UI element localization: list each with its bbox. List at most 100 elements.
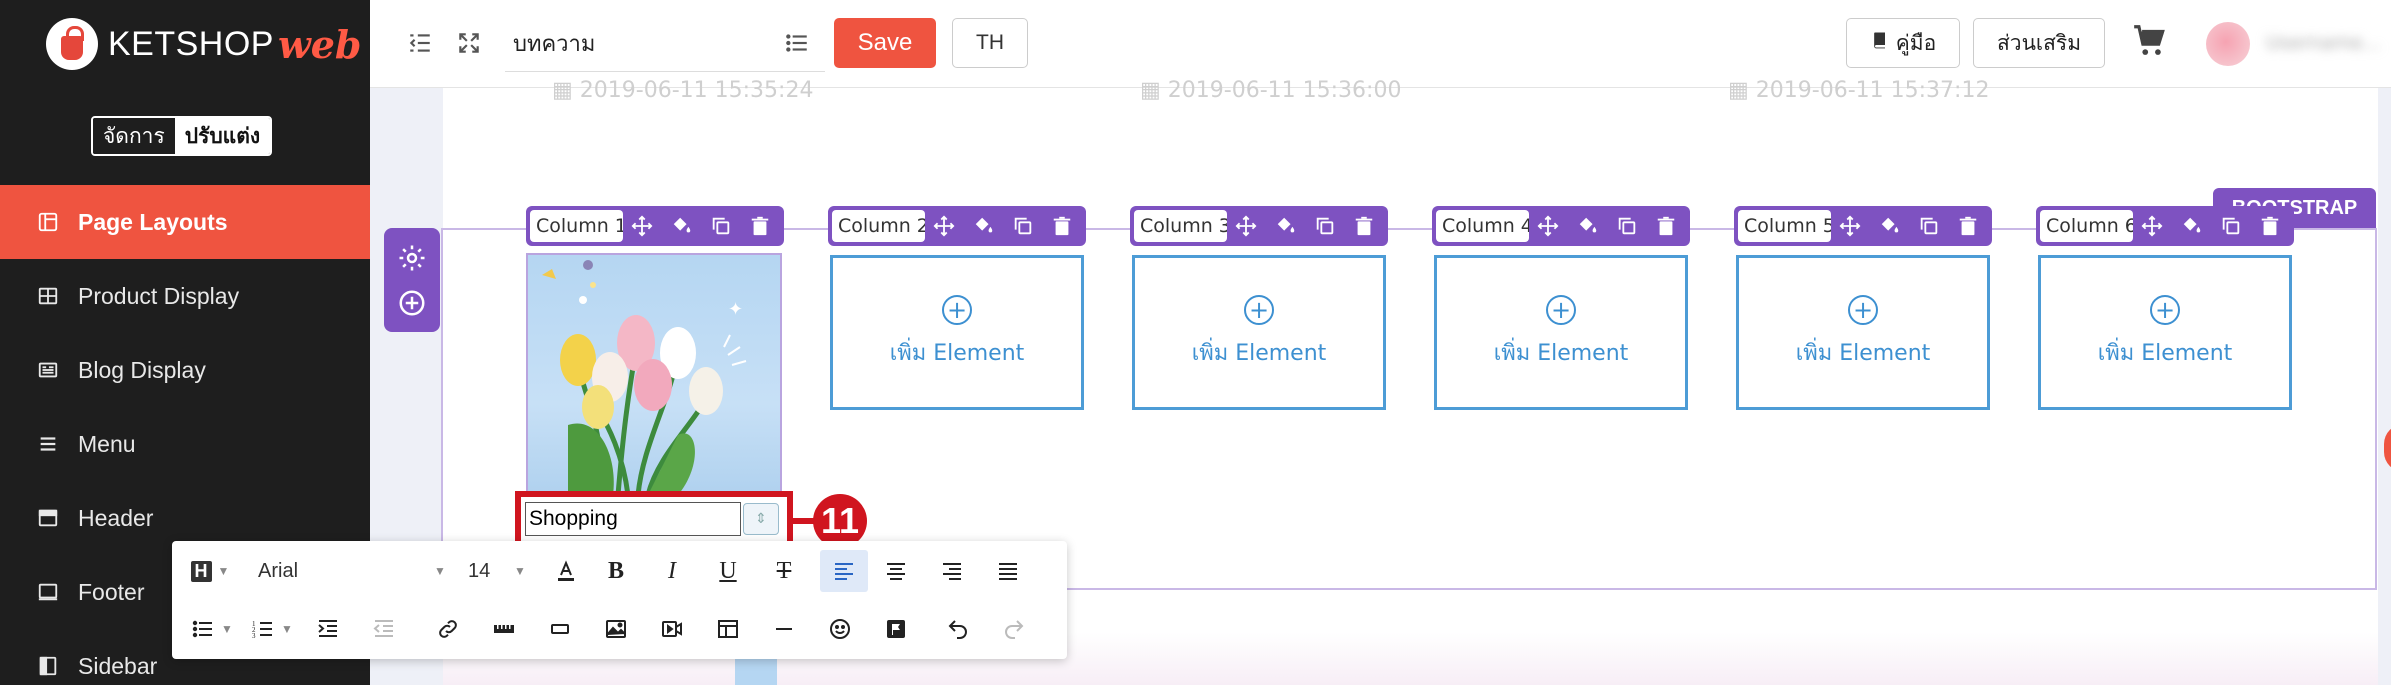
column-label[interactable]: Column 2	[832, 210, 925, 242]
copy-icon[interactable]	[1305, 210, 1344, 242]
sidebar-icon	[36, 654, 60, 678]
column-label[interactable]: Column 3	[1134, 210, 1227, 242]
tulip-illustration: ✦	[542, 260, 747, 496]
numbered-list-icon[interactable]: 1 2 3 ▼	[244, 608, 300, 650]
trash-icon[interactable]	[2251, 210, 2290, 242]
tulip-image[interactable]: ✦	[526, 253, 782, 505]
page-title-input[interactable]	[505, 16, 825, 72]
paint-bucket-icon[interactable]	[1568, 210, 1607, 242]
paint-bucket-icon[interactable]	[2172, 210, 2211, 242]
text-color-icon[interactable]	[544, 550, 588, 592]
add-element-area[interactable]: + เพิ่ม Element	[830, 255, 1084, 410]
underline-icon[interactable]: U	[700, 550, 756, 592]
copy-icon[interactable]	[1909, 210, 1948, 242]
add-element-label: เพิ่ม Element	[1191, 341, 1327, 366]
move-icon[interactable]	[1227, 210, 1266, 242]
gear-icon[interactable]	[397, 243, 427, 273]
plus-circle-icon: +	[1848, 295, 1878, 325]
align-center-icon[interactable]	[868, 550, 924, 592]
move-icon[interactable]	[1529, 210, 1568, 242]
copy-icon[interactable]	[701, 210, 740, 242]
image-icon[interactable]	[588, 608, 644, 650]
button-element-icon[interactable]	[532, 608, 588, 650]
trash-icon[interactable]	[1949, 210, 1988, 242]
ketshop-logo[interactable]: KETSHOP web	[46, 16, 361, 72]
column-label[interactable]: Column 6	[2040, 210, 2133, 242]
avatar[interactable]	[2206, 22, 2250, 66]
paint-bucket-icon[interactable]	[662, 210, 701, 242]
move-icon[interactable]	[623, 210, 662, 242]
italic-icon[interactable]: I	[644, 550, 700, 592]
video-icon[interactable]	[644, 608, 700, 650]
guide-button[interactable]: คู่มือ	[1846, 18, 1960, 68]
strikethrough-icon[interactable]: T	[756, 550, 812, 592]
outdent-icon[interactable]	[356, 608, 412, 650]
mode-design-button[interactable]: ปรับแต่ง	[174, 118, 271, 154]
sidebar-item-product-display[interactable]: Product Display	[0, 259, 370, 333]
user-name[interactable]: Username...	[2266, 32, 2391, 56]
align-left-icon[interactable]	[820, 550, 868, 592]
move-icon[interactable]	[2133, 210, 2172, 242]
align-right-icon[interactable]	[924, 550, 980, 592]
redo-icon[interactable]	[986, 608, 1042, 650]
indent-icon[interactable]	[300, 608, 356, 650]
sidebar-item-menu[interactable]: Menu	[0, 407, 370, 481]
sidebar-item-blog-display[interactable]: Blog Display	[0, 333, 370, 407]
addon-button[interactable]: ส่วนเสริม	[1973, 18, 2105, 68]
emoji-icon[interactable]	[812, 608, 868, 650]
trash-icon[interactable]	[1647, 210, 1686, 242]
move-icon[interactable]	[925, 210, 964, 242]
toolbar-row: ▼ 1 2 3 ▼	[172, 601, 1042, 657]
add-element-area[interactable]: + เพิ่ม Element	[1736, 255, 1990, 410]
save-button[interactable]: Save	[834, 18, 936, 68]
list-icon[interactable]	[782, 28, 812, 58]
sidebar-item-label: Sidebar	[78, 652, 158, 679]
sidebar-item-page-layouts[interactable]: Page Layouts	[0, 185, 370, 259]
add-element-area[interactable]: + เพิ่ม Element	[1434, 255, 1688, 410]
paint-bucket-icon[interactable]	[1266, 210, 1305, 242]
chat-bubble-edge[interactable]	[2384, 424, 2391, 472]
row-side-toolbar	[384, 228, 440, 332]
bullet-list-icon[interactable]: ▼	[186, 608, 238, 650]
language-button[interactable]: TH	[952, 18, 1028, 68]
ruler-icon[interactable]	[476, 608, 532, 650]
add-element-area[interactable]: + เพิ่ม Element	[2038, 255, 2292, 410]
plus-circle-icon: +	[1244, 295, 1274, 325]
paint-bucket-icon[interactable]	[1870, 210, 1909, 242]
image-caption-input[interactable]	[525, 502, 741, 536]
flag-icon[interactable]	[868, 608, 924, 650]
column-label[interactable]: Column 4	[1436, 210, 1529, 242]
font-family-select[interactable]: Arial ▼	[258, 550, 458, 592]
image-handle[interactable]	[735, 659, 777, 685]
copy-icon[interactable]	[1607, 210, 1646, 242]
table-icon[interactable]	[700, 608, 756, 650]
shopping-bag-icon	[46, 18, 98, 70]
chevron-down-icon: ▼	[221, 621, 233, 636]
copy-icon[interactable]	[2211, 210, 2250, 242]
trash-icon[interactable]	[1043, 210, 1082, 242]
column-label[interactable]: Column 5	[1738, 210, 1831, 242]
svg-text:3: 3	[252, 632, 256, 640]
copy-icon[interactable]	[1003, 210, 1042, 242]
spinner-icon[interactable]: ⇕	[743, 503, 779, 535]
paint-bucket-icon[interactable]	[964, 210, 1003, 242]
undo-icon[interactable]	[930, 608, 986, 650]
collapse-sidebar-icon[interactable]	[405, 28, 435, 58]
svg-text:✦: ✦	[728, 299, 743, 320]
add-element-area[interactable]: + เพิ่ม Element	[1132, 255, 1386, 410]
column-label[interactable]: Column 1	[530, 210, 623, 242]
font-size-select[interactable]: 14 ▼	[468, 550, 530, 592]
align-justify-icon[interactable]	[980, 550, 1036, 592]
heading-dropdown[interactable]: H ▼	[184, 550, 236, 592]
horizontal-rule-icon[interactable]	[756, 608, 812, 650]
top-bar: Save TH คู่มือ ส่วนเสริม Username...	[370, 0, 2391, 88]
fullscreen-icon[interactable]	[454, 28, 484, 58]
mode-manage-button[interactable]: จัดการ	[93, 118, 175, 154]
move-icon[interactable]	[1831, 210, 1870, 242]
trash-icon[interactable]	[741, 210, 780, 242]
bold-icon[interactable]: B	[588, 550, 644, 592]
link-icon[interactable]	[420, 608, 476, 650]
cart-icon[interactable]	[2131, 22, 2169, 60]
add-circle-icon[interactable]	[397, 288, 427, 318]
trash-icon[interactable]	[1345, 210, 1384, 242]
